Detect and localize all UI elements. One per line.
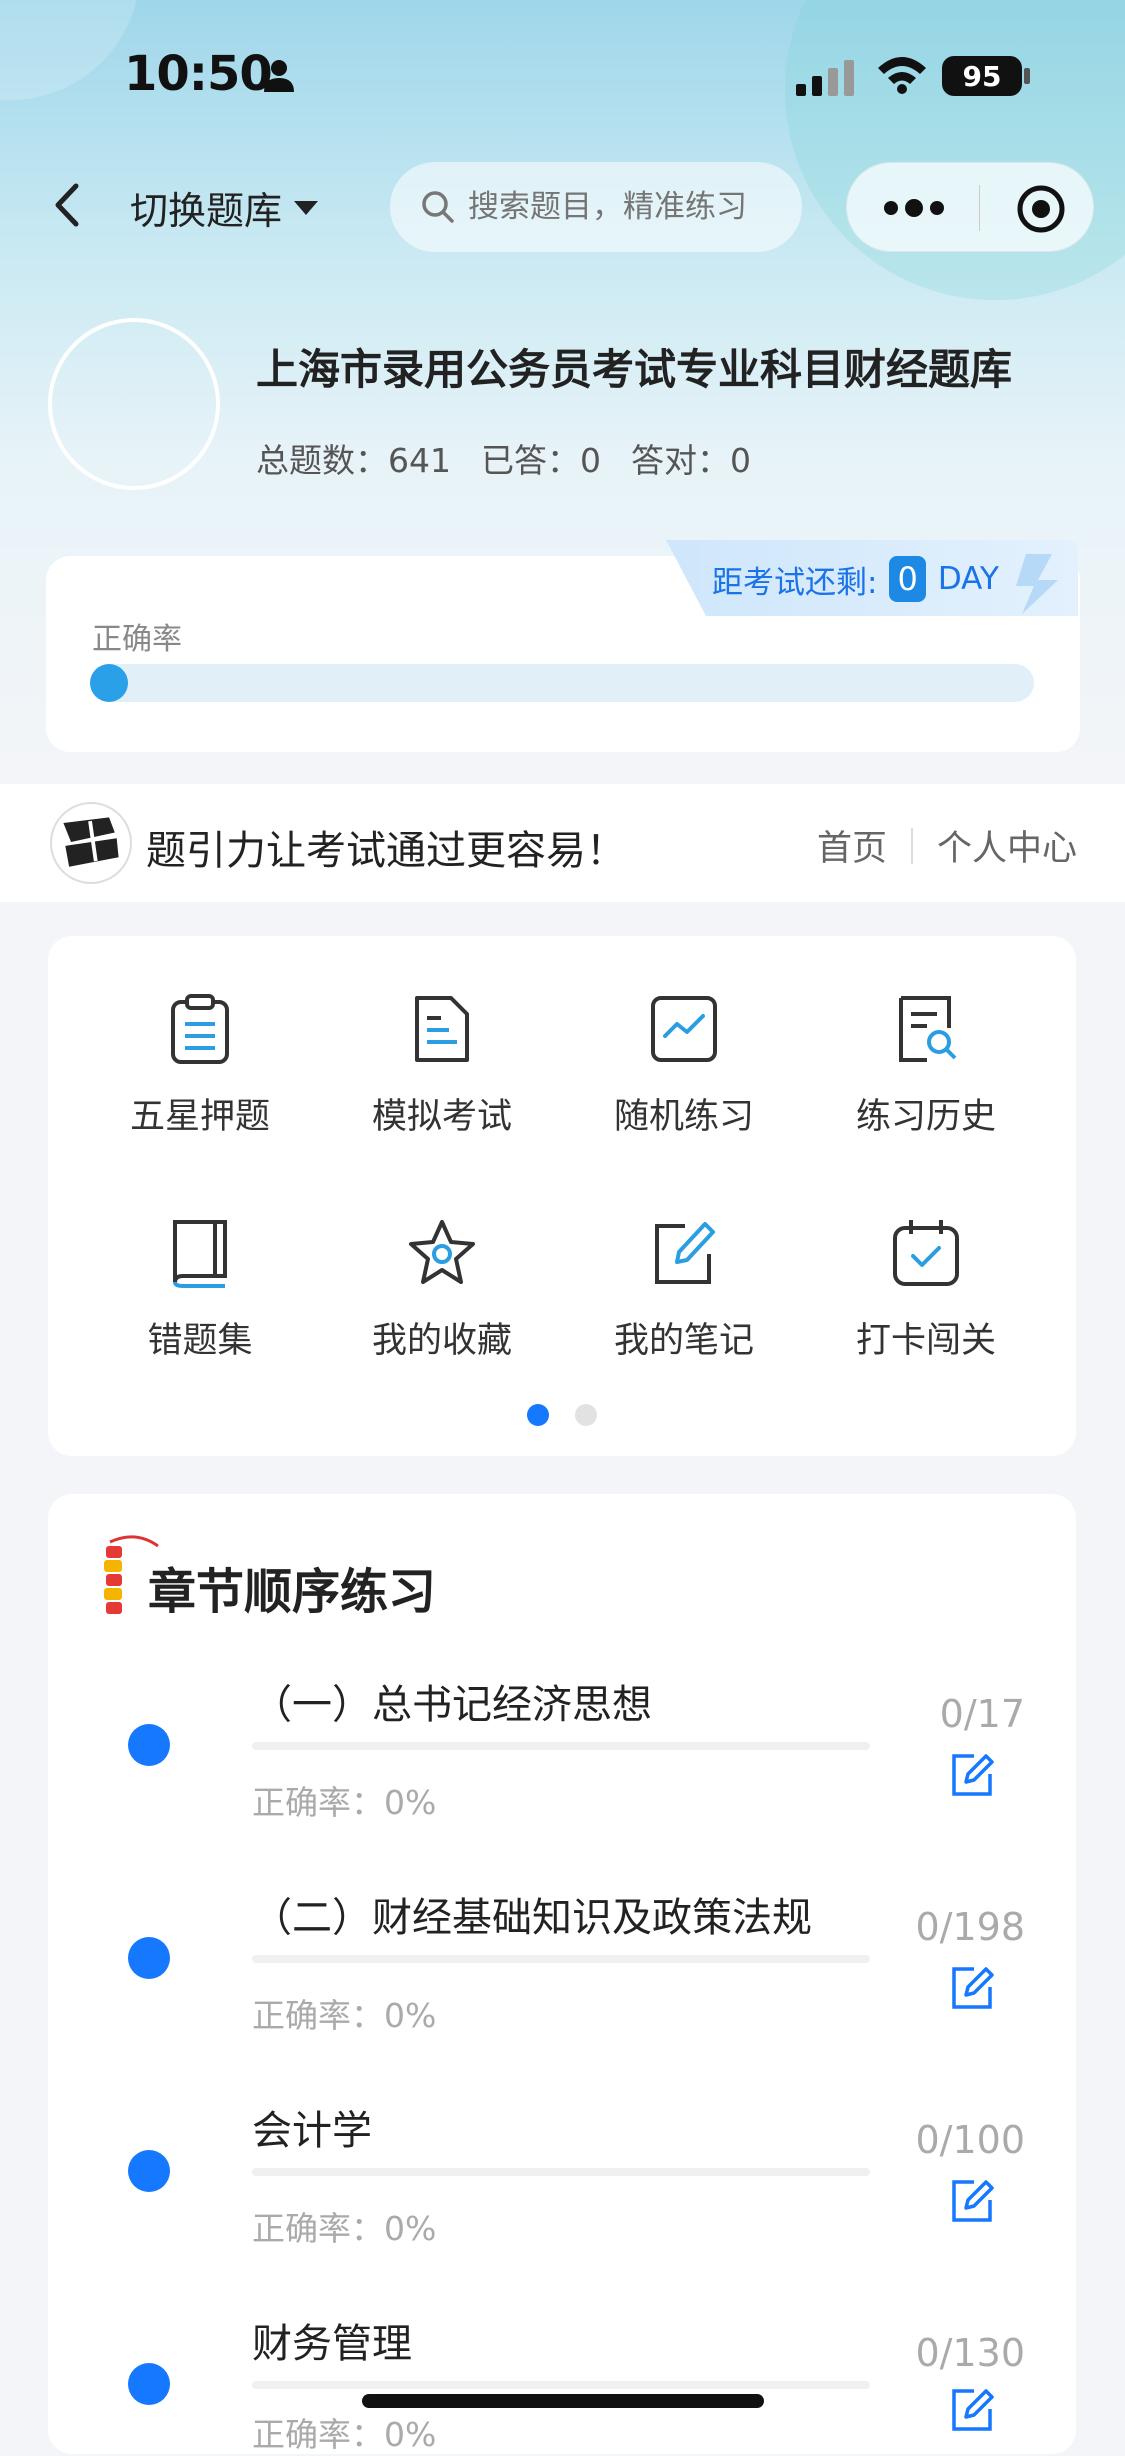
search-box[interactable] bbox=[390, 162, 802, 252]
chapter-name[interactable]: （一）总书记经济思想 bbox=[252, 1672, 652, 1730]
feature-label: 我的收藏 bbox=[371, 1321, 512, 1361]
feature-label: 我的笔记 bbox=[613, 1321, 754, 1361]
exam-countdown-prefix: 距考试还剩: bbox=[712, 564, 878, 601]
link-divider bbox=[910, 827, 913, 864]
slogan-links: 首页 个人中心 bbox=[817, 820, 1077, 871]
status-time: 10:50 bbox=[124, 46, 273, 102]
chapter-accuracy: 正确率：0% bbox=[252, 2209, 437, 2248]
correct-count: 答对：0 bbox=[631, 441, 751, 480]
clipboard-icon bbox=[171, 994, 229, 1064]
wifi-icon bbox=[878, 57, 926, 94]
feature-label: 练习历史 bbox=[855, 1097, 996, 1137]
feature-five-star[interactable]: 五星押题 bbox=[90, 992, 310, 1139]
back-arrow-icon[interactable] bbox=[48, 180, 88, 230]
bank-avatar bbox=[48, 318, 220, 490]
brand-logo bbox=[50, 802, 132, 884]
chapter-progress-bar bbox=[252, 1955, 870, 1963]
chapter-name[interactable]: （二）财经基础知识及政策法规 bbox=[252, 1885, 812, 1943]
accuracy-label: 正确率 bbox=[92, 622, 182, 657]
feature-random-practice[interactable]: 随机练习 bbox=[574, 992, 794, 1139]
feature-wrong-set[interactable]: 错题集 bbox=[90, 1216, 310, 1363]
feature-label: 打卡闯关 bbox=[855, 1321, 996, 1361]
chapter-progress-bar bbox=[252, 2168, 870, 2176]
chapter-status-dot bbox=[128, 2363, 170, 2405]
caret-down-icon bbox=[294, 200, 319, 215]
chapter-progress-bar bbox=[252, 1742, 870, 1750]
feature-label: 五星押题 bbox=[129, 1097, 270, 1137]
chart-icon bbox=[651, 996, 717, 1062]
chapter-accuracy: 正确率：0% bbox=[252, 1996, 437, 2035]
chapter-status-dot bbox=[128, 1724, 170, 1766]
more-dots-icon[interactable] bbox=[883, 193, 945, 223]
book-icon bbox=[173, 1220, 227, 1288]
battery-cap bbox=[1024, 68, 1030, 84]
edit-icon[interactable] bbox=[948, 2176, 996, 2224]
chapter-progress-bar bbox=[252, 2381, 870, 2389]
accuracy-progress-track bbox=[90, 664, 1034, 702]
exam-countdown: 距考试还剩: 0 DAY bbox=[712, 556, 999, 602]
chapter-card bbox=[48, 1494, 1076, 2454]
exam-days-unit: DAY bbox=[937, 561, 999, 597]
profile-link[interactable]: 个人中心 bbox=[937, 820, 1077, 871]
feature-label: 随机练习 bbox=[613, 1097, 754, 1137]
feature-check-in[interactable]: 打卡闯关 bbox=[816, 1216, 1036, 1363]
chapter-status-dot bbox=[128, 2150, 170, 2192]
home-link[interactable]: 首页 bbox=[817, 820, 887, 871]
battery-indicator: 95 bbox=[942, 56, 1022, 96]
edit-icon[interactable] bbox=[948, 1750, 996, 1798]
close-circle-icon[interactable] bbox=[1015, 183, 1067, 235]
note-edit-icon bbox=[655, 1222, 715, 1284]
feature-favorites[interactable]: 我的收藏 bbox=[332, 1216, 552, 1363]
page-indicator-active[interactable] bbox=[527, 1404, 549, 1426]
feature-notes[interactable]: 我的笔记 bbox=[574, 1216, 794, 1363]
feature-label: 模拟考试 bbox=[371, 1097, 512, 1137]
star-icon bbox=[409, 1220, 475, 1284]
chapter-count: 0/100 bbox=[915, 2118, 1025, 2162]
person-icon bbox=[264, 60, 294, 92]
chapter-accuracy: 正确率：0% bbox=[252, 2415, 437, 2454]
chapter-count: 0/17 bbox=[939, 1692, 1025, 1736]
chapter-count: 0/130 bbox=[915, 2331, 1025, 2375]
feature-mock-exam[interactable]: 模拟考试 bbox=[332, 992, 552, 1139]
history-search-icon bbox=[899, 996, 957, 1062]
bank-stats: 总题数：641 已答：0 答对：0 bbox=[256, 434, 751, 482]
chapter-name[interactable]: 会计学 bbox=[252, 2098, 372, 2156]
exam-days-value: 0 bbox=[889, 556, 926, 602]
page-indicator-inactive[interactable] bbox=[575, 1404, 597, 1426]
feature-label: 错题集 bbox=[147, 1321, 253, 1361]
edit-icon[interactable] bbox=[948, 2385, 996, 2433]
search-input[interactable] bbox=[466, 188, 780, 226]
search-icon bbox=[422, 191, 454, 223]
accuracy-progress-fill bbox=[90, 664, 128, 702]
chapter-name[interactable]: 财务管理 bbox=[252, 2311, 412, 2369]
cellular-signal-icon bbox=[796, 60, 854, 96]
total-questions: 总题数：641 bbox=[256, 441, 451, 480]
switch-bank-label: 切换题库 bbox=[130, 189, 283, 233]
home-indicator[interactable] bbox=[362, 2394, 764, 2408]
edit-icon[interactable] bbox=[948, 1963, 996, 2011]
mini-program-capsule bbox=[846, 162, 1094, 252]
slogan-text: 题引力让考试通过更容易！ bbox=[146, 828, 626, 874]
chapter-count: 0/198 bbox=[915, 1905, 1025, 1949]
document-icon bbox=[415, 996, 469, 1062]
chapter-accuracy: 正确率：0% bbox=[252, 1783, 437, 1822]
switch-bank-dropdown[interactable]: 切换题库 bbox=[130, 180, 320, 235]
calendar-check-icon bbox=[893, 1220, 959, 1286]
bank-title: 上海市录用公务员考试专业科目财经题库 bbox=[256, 345, 1013, 394]
chapter-status-dot bbox=[128, 1937, 170, 1979]
capsule-divider bbox=[979, 185, 980, 231]
answered-count: 已答：0 bbox=[481, 441, 601, 480]
feature-practice-history[interactable]: 练习历史 bbox=[816, 992, 1036, 1139]
chapter-section-title: 章节顺序练习 bbox=[148, 1564, 437, 1620]
